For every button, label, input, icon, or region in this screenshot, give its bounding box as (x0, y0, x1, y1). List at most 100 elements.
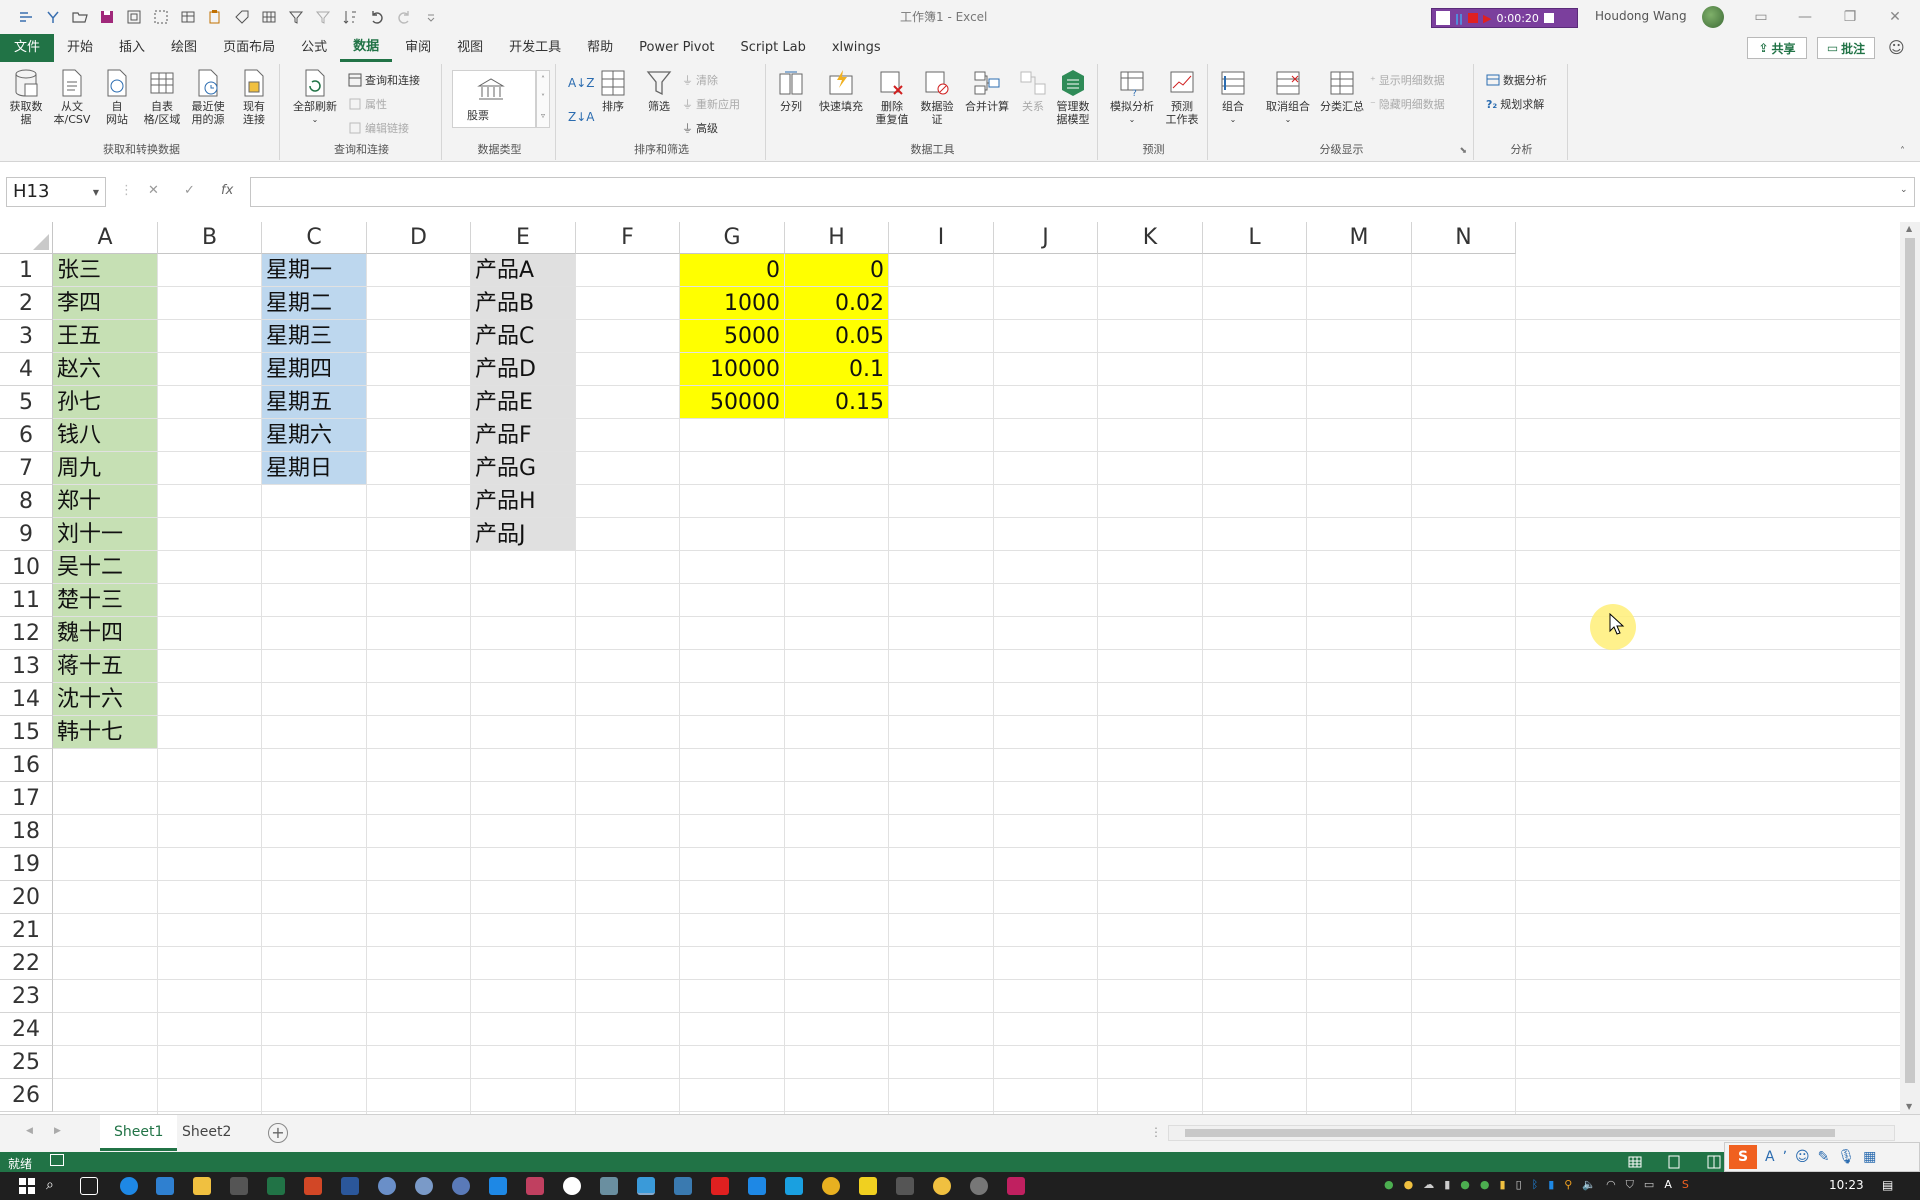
tab-13[interactable]: xlwings (819, 34, 894, 62)
app-icon-11[interactable] (970, 1177, 988, 1195)
column-header-N[interactable]: N (1412, 222, 1516, 254)
cell-A10[interactable]: 吴十二 (53, 551, 157, 583)
relationships-button[interactable]: 关系 (1018, 68, 1048, 113)
record-app-icon[interactable] (1436, 11, 1450, 25)
notification-icon[interactable]: ▤ (1882, 1178, 1893, 1192)
row-header-5[interactable]: 5 (0, 386, 53, 419)
app-icon-4[interactable] (526, 1177, 544, 1195)
cell-H2[interactable]: 0.02 (785, 287, 888, 319)
vertical-scrollbar[interactable]: ▲ ▼ (1900, 222, 1920, 1114)
cell-A3[interactable]: 王五 (53, 320, 157, 352)
qat-more-icon[interactable] (419, 6, 442, 28)
cell-A12[interactable]: 魏十四 (53, 617, 157, 649)
grid-icon[interactable] (257, 6, 280, 28)
ime-a-icon[interactable]: A (1664, 1178, 1672, 1192)
app-icon-l[interactable] (785, 1177, 803, 1195)
refresh-all-button[interactable]: 全部刷新 ⌄ (290, 68, 340, 126)
cell-A14[interactable]: 沈十六 (53, 683, 157, 715)
redo-icon[interactable] (392, 6, 415, 28)
tab-9[interactable]: 开发工具 (496, 34, 574, 62)
ie-icon[interactable] (156, 1177, 174, 1195)
file-explorer-icon[interactable] (193, 1177, 211, 1195)
row-header-4[interactable]: 4 (0, 353, 53, 386)
open-icon[interactable] (68, 6, 91, 28)
column-header-E[interactable]: E (471, 222, 576, 254)
usb-icon[interactable]: ▯ (1516, 1178, 1522, 1192)
tab-5[interactable]: 公式 (288, 34, 340, 62)
stocks-gallery[interactable]: 股票 (452, 70, 536, 128)
battery-icon[interactable]: ▭ (1644, 1178, 1654, 1192)
row-header-12[interactable]: 12 (0, 617, 53, 650)
cell-G2[interactable]: 1000 (680, 287, 784, 319)
cell-A6[interactable]: 钱八 (53, 419, 157, 451)
column-header-K[interactable]: K (1098, 222, 1203, 254)
tray-icon-3[interactable]: ● (1460, 1178, 1470, 1192)
ime-mic-icon[interactable]: 🎙 (1837, 1149, 1855, 1165)
collapse-ribbon-icon[interactable]: ˄ (1900, 146, 1905, 157)
cell-A5[interactable]: 孙七 (53, 386, 157, 418)
enter-icon[interactable]: ✓ (184, 183, 195, 198)
insert-function-icon[interactable]: fx (221, 183, 233, 198)
cell-C4[interactable]: 星期四 (262, 353, 366, 385)
next-sheet-icon[interactable]: ▶ (54, 1126, 61, 1136)
tab-11[interactable]: Power Pivot (626, 34, 727, 62)
reapply-button[interactable]: ⏚ 重新应用 (682, 96, 740, 112)
save-icon[interactable] (95, 6, 118, 28)
select-all-corner[interactable] (0, 222, 53, 254)
avatar[interactable] (1702, 6, 1724, 28)
chevron-down-icon[interactable]: ▼ (93, 188, 99, 197)
tray-icon-2[interactable]: ● (1404, 1178, 1414, 1192)
mic-tray-icon[interactable]: ▮ (1444, 1178, 1450, 1192)
column-header-D[interactable]: D (367, 222, 471, 254)
row-header-7[interactable]: 7 (0, 452, 53, 485)
data-analysis-button[interactable]: 数据分析 (1486, 72, 1547, 88)
sort-descending-button[interactable]: Z↓A (568, 110, 594, 124)
stop-icon[interactable] (1468, 13, 1479, 23)
app-icon-5[interactable] (563, 1177, 581, 1195)
tray-icon-4[interactable]: ▮ (1500, 1178, 1506, 1192)
row-header-1[interactable]: 1 (0, 254, 53, 287)
tab-7[interactable]: 审阅 (392, 34, 444, 62)
cell-E4[interactable]: 产品D (471, 353, 575, 385)
column-header-G[interactable]: G (680, 222, 785, 254)
tab-2[interactable]: 插入 (106, 34, 158, 62)
show-detail-button[interactable]: ⁺ 显示明细数据 (1370, 72, 1445, 88)
cell-E2[interactable]: 产品B (471, 287, 575, 319)
cell-C1[interactable]: 星期一 (262, 254, 366, 286)
row-header-15[interactable]: 15 (0, 716, 53, 749)
calendar-icon[interactable] (489, 1177, 507, 1195)
normal-view-icon[interactable] (1627, 1154, 1643, 1170)
page-layout-icon[interactable] (1666, 1154, 1682, 1170)
tab-10[interactable]: 帮助 (574, 34, 626, 62)
cell-C5[interactable]: 星期五 (262, 386, 366, 418)
row-header-18[interactable]: 18 (0, 815, 53, 848)
excel-icon[interactable] (267, 1177, 285, 1195)
cloud-icon[interactable]: ☁ (1423, 1178, 1434, 1192)
cell-E9[interactable]: 产品J (471, 518, 575, 550)
clear-button[interactable]: ⏚ 清除 (682, 72, 718, 88)
tab-6[interactable]: 数据 (340, 34, 393, 62)
column-header-H[interactable]: H (785, 222, 889, 254)
clear-filter-icon[interactable] (311, 6, 334, 28)
close-icon[interactable]: ✕ (1880, 6, 1910, 28)
app-icon-9[interactable] (896, 1177, 914, 1195)
cell-E1[interactable]: 产品A (471, 254, 575, 286)
search-icon[interactable]: ⌕ (46, 1177, 64, 1195)
row-header-14[interactable]: 14 (0, 683, 53, 716)
cell-A8[interactable]: 郑十 (53, 485, 157, 517)
sort-button[interactable]: 排序 (594, 68, 632, 113)
tray-icon-5[interactable]: ▮ (1548, 1178, 1554, 1192)
column-header-L[interactable]: L (1203, 222, 1307, 254)
tab-1[interactable]: 开始 (54, 34, 106, 62)
group-button[interactable]: 组合 ⌄ (1216, 68, 1250, 126)
recorder-app-icon[interactable] (1007, 1177, 1025, 1195)
cell-G5[interactable]: 50000 (680, 386, 784, 418)
existing-connections-button[interactable]: 现有 连接 (236, 68, 272, 126)
store-icon[interactable] (230, 1177, 248, 1195)
cell-E7[interactable]: 产品G (471, 452, 575, 484)
remove-duplicates-button[interactable]: 删除 重复值 (872, 68, 912, 126)
bluetooth-icon[interactable]: ᛒ (1532, 1178, 1539, 1192)
edit-links-button[interactable]: 编辑链接 (348, 120, 409, 136)
row-header-25[interactable]: 25 (0, 1046, 53, 1079)
tray-icon-6[interactable]: ⚲ (1564, 1178, 1572, 1192)
